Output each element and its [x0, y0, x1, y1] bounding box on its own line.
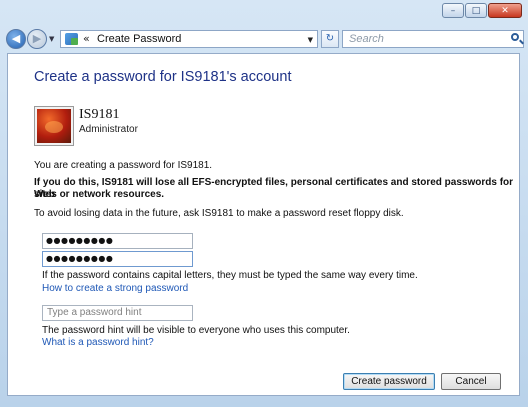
reset-disk-text: To avoid losing data in the future, ask …: [34, 208, 404, 219]
search-placeholder: Search: [349, 33, 384, 45]
password-hint-help-link[interactable]: What is a password hint?: [42, 337, 154, 349]
page-title: Create a password for IS9181's account: [34, 69, 292, 85]
breadcrumb-overflow-chevron[interactable]: «: [83, 32, 90, 45]
cancel-button[interactable]: Cancel: [441, 373, 501, 390]
confirm-password-field[interactable]: ●●●●●●●●●: [42, 251, 193, 267]
address-bar[interactable]: « Create Password ▼: [60, 30, 318, 48]
back-button[interactable]: ◀: [6, 29, 26, 49]
breadcrumb-create-password[interactable]: Create Password: [97, 33, 181, 45]
explorer-window: – □ ✕ ◀ ▶ ▼ « Create Password ▼ ↻ Search…: [0, 0, 528, 407]
user-account-type: Administrator: [79, 124, 138, 135]
user-name: IS9181: [79, 107, 120, 122]
caps-note: If the password contains capital letters…: [42, 270, 418, 281]
control-panel-icon: [65, 33, 78, 45]
address-history-dropdown-icon[interactable]: ▼: [308, 36, 313, 44]
refresh-button[interactable]: ↻: [321, 30, 339, 48]
close-button[interactable]: ✕: [488, 3, 522, 18]
create-password-button[interactable]: Create password: [343, 373, 435, 390]
search-icon[interactable]: [511, 33, 519, 41]
minimize-button[interactable]: –: [442, 3, 464, 18]
password-hint-field[interactable]: Type a password hint: [42, 305, 193, 321]
maximize-button[interactable]: □: [465, 3, 487, 18]
search-input[interactable]: Search: [342, 30, 524, 48]
content-pane: Create a password for IS9181's account I…: [7, 53, 520, 396]
hint-visibility-note: The password hint will be visible to eve…: [42, 325, 350, 336]
recent-pages-dropdown-icon[interactable]: ▼: [49, 35, 54, 43]
new-password-field[interactable]: ●●●●●●●●●: [42, 233, 193, 249]
window-controls: – □ ✕: [441, 3, 522, 18]
title-bar[interactable]: – □ ✕: [0, 0, 528, 28]
navigation-bar: ◀ ▶ ▼ « Create Password ▼ ↻ Search: [0, 26, 528, 52]
user-avatar: [35, 107, 73, 145]
warning-text-line2: sites or network resources.: [34, 189, 165, 200]
forward-button[interactable]: ▶: [27, 29, 47, 49]
info-text: You are creating a password for IS9181.: [34, 160, 213, 171]
strong-password-link[interactable]: How to create a strong password: [42, 283, 188, 295]
